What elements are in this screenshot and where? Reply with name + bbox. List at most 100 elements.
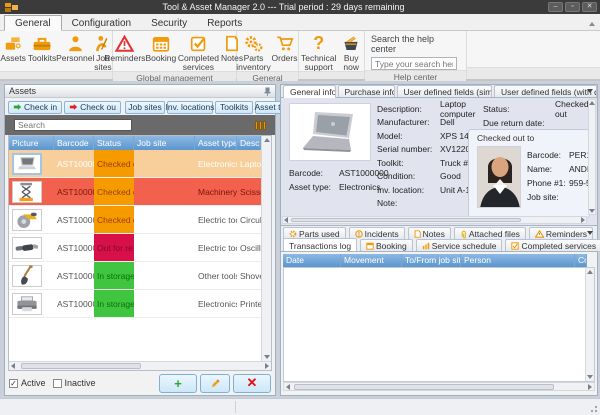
- tab-booking-sub[interactable]: Booking: [360, 239, 413, 251]
- ribbon-item-buy-now[interactable]: Buy now: [338, 33, 364, 71]
- ribbon-item-label: Toolkits: [28, 54, 56, 63]
- column-header[interactable]: Descrip: [237, 136, 261, 150]
- assets-horizontal-scrollbar[interactable]: [9, 361, 271, 370]
- asset-picture-scissor-lift: [12, 181, 42, 203]
- column-header[interactable]: Date: [283, 254, 341, 267]
- ribbon-item-personnel[interactable]: Personnel: [57, 33, 93, 63]
- ribbon-item-label: Assets: [0, 54, 26, 63]
- filter-job-sites-button[interactable]: Job sites: [125, 101, 165, 114]
- assets-search-input[interactable]: [14, 119, 132, 131]
- column-header[interactable]: Comm: [575, 254, 587, 267]
- ribbon-item-reminders[interactable]: Reminders: [105, 33, 145, 63]
- inactive-checkbox[interactable]: [53, 379, 62, 388]
- add-asset-button[interactable]: +: [159, 374, 197, 393]
- ribbon-item-label: Reminders: [104, 54, 145, 63]
- asset-status-block: Status:Checked out Due return date:: [483, 102, 589, 130]
- pencil-icon: [210, 378, 221, 389]
- tab-general-info[interactable]: General info.: [283, 85, 336, 98]
- app-logo-icon: [5, 3, 19, 12]
- column-header[interactable]: Person: [461, 254, 575, 267]
- ribbon-item-assets[interactable]: Assets: [0, 33, 27, 63]
- edit-asset-button[interactable]: [200, 374, 230, 393]
- tab-completed-services-sub[interactable]: Completed services: [505, 239, 600, 251]
- table-row[interactable]: AST10000... Checked o... Electronics Lap…: [9, 150, 261, 178]
- table-row[interactable]: AST10000... Checked o... Electric tools …: [9, 206, 261, 234]
- transactions-horizontal-scrollbar[interactable]: [283, 382, 595, 391]
- tab-user-fields-simple[interactable]: User defined fields (simple): [397, 85, 493, 97]
- booking-small-icon: [366, 242, 374, 250]
- tab-general[interactable]: General: [4, 15, 62, 31]
- field-value: Electronics: [339, 182, 381, 192]
- tab-user-fields-date[interactable]: User defined fields (with date): [494, 85, 597, 97]
- column-header[interactable]: Movement: [341, 254, 402, 267]
- assets-toolbar: Check in Check ou Job sites Inv. locatio…: [5, 98, 275, 115]
- check-in-icon: [13, 103, 22, 111]
- column-header[interactable]: Status: [94, 136, 134, 150]
- column-header[interactable]: Picture: [9, 136, 54, 150]
- completed-services-icon: [190, 33, 207, 53]
- status-cell: Checked o...: [94, 178, 134, 205]
- detail-horizontal-scrollbar[interactable]: [282, 216, 587, 224]
- check-out-button[interactable]: Check ou: [64, 101, 121, 114]
- table-row[interactable]: AST10000... In storage Other tools Shove…: [9, 262, 261, 290]
- status-cell: Checked o...: [94, 206, 134, 233]
- tab-incidents[interactable]: Incidents: [349, 227, 405, 239]
- columns-icon[interactable]: [255, 121, 266, 130]
- close-button[interactable]: ✕: [582, 2, 597, 12]
- ribbon-item-label: Completed services: [178, 54, 219, 71]
- tab-notes[interactable]: Notes: [408, 227, 451, 239]
- ribbon-item-label: Parts inventory: [236, 54, 271, 71]
- checked-out-to-fields: Barcode:PER10 Name:ANDER Phone #1:959-55…: [527, 148, 590, 204]
- tab-attached-files[interactable]: Attached files: [454, 227, 526, 239]
- tab-service-schedule[interactable]: Service schedule: [416, 239, 503, 251]
- transactions-vertical-scrollbar[interactable]: [585, 268, 594, 381]
- personnel-icon: [67, 33, 84, 53]
- check-in-button[interactable]: Check in: [8, 101, 62, 114]
- minimize-button[interactable]: –: [548, 2, 563, 12]
- main-area: Assets Check in Check ou Job sites Inv. …: [0, 81, 600, 398]
- table-row[interactable]: AST10000... In storage Electronics Print…: [9, 290, 261, 318]
- tab-security[interactable]: Security: [141, 16, 197, 30]
- ribbon-item-orders[interactable]: Orders: [271, 33, 299, 63]
- asset-picture-circular-saw: [12, 209, 42, 231]
- tab-transactions-log[interactable]: Transactions log: [283, 238, 357, 251]
- column-header[interactable]: Job site: [134, 136, 195, 150]
- column-header[interactable]: Asset type: [195, 136, 237, 150]
- check-out-icon: [69, 103, 78, 111]
- tab-reminders-sub[interactable]: Reminders: [529, 227, 593, 239]
- technical-support-icon: ?: [313, 33, 324, 53]
- filter-inv-locations-button[interactable]: Inv. locations: [167, 101, 213, 114]
- column-header[interactable]: Barcode: [54, 136, 94, 150]
- ribbon-item-parts-inventory[interactable]: Parts inventory: [237, 33, 271, 71]
- tab-purchase-info[interactable]: Purchase info.: [338, 85, 395, 97]
- ribbon-item-toolkits[interactable]: Toolkits: [27, 33, 57, 63]
- detail-vertical-scrollbar[interactable]: [588, 99, 596, 215]
- ribbon-item-completed-services[interactable]: Completed services: [177, 33, 220, 71]
- parts-inventory-icon: [244, 33, 263, 53]
- column-header[interactable]: To/From job site: [402, 254, 461, 267]
- pin-icon[interactable]: [264, 87, 271, 96]
- status-bar: [0, 398, 600, 415]
- active-checkbox[interactable]: ✓: [9, 379, 18, 388]
- ribbon-collapse-icon[interactable]: [589, 22, 595, 26]
- window-title: Tool & Asset Manager 2.0 --- Trial perio…: [19, 2, 548, 12]
- ribbon-tab-strip: General Configuration Security Reports: [0, 14, 600, 31]
- delete-asset-button[interactable]: ✕: [233, 374, 271, 393]
- asset-picture-laptop: [12, 153, 42, 175]
- ribbon-item-technical-support[interactable]: ? Technical support: [299, 33, 338, 71]
- completed-small-icon: [511, 242, 519, 250]
- tab-configuration[interactable]: Configuration: [62, 16, 141, 30]
- table-row[interactable]: AST10000... Checked o... Machinery Sciss…: [9, 178, 261, 206]
- reminders-icon: [115, 33, 134, 53]
- subtab-overflow-icon[interactable]: [587, 231, 593, 235]
- ribbon-item-booking[interactable]: Booking: [145, 33, 177, 63]
- maximize-button[interactable]: ▫: [565, 2, 580, 12]
- filter-toolkits-button[interactable]: Toolkits: [215, 101, 253, 114]
- assets-icon: [4, 33, 23, 53]
- tab-overflow-icon[interactable]: [587, 89, 593, 93]
- assets-vertical-scrollbar[interactable]: [261, 136, 271, 361]
- help-search-input[interactable]: [371, 57, 457, 70]
- resize-grip[interactable]: [588, 403, 598, 413]
- table-row[interactable]: AST10000... Out for re... Electric tools…: [9, 234, 261, 262]
- tab-reports[interactable]: Reports: [197, 16, 252, 30]
